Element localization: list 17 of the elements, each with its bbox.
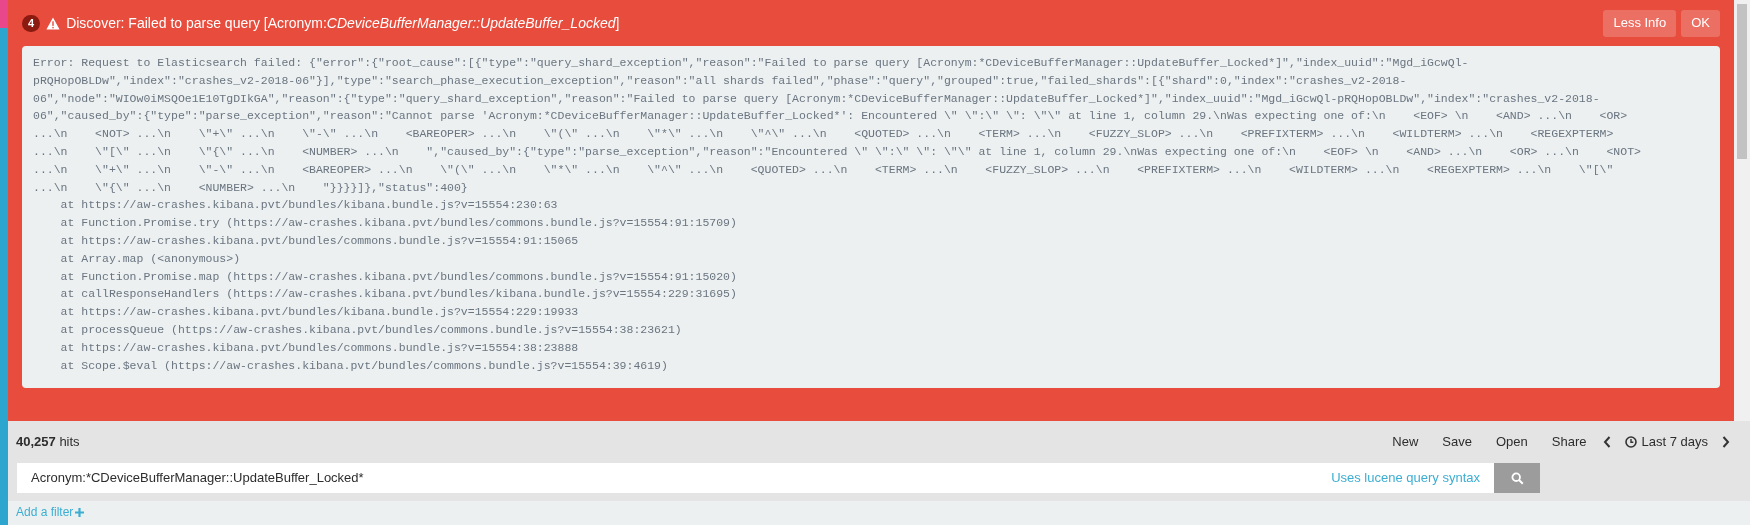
menu-link[interactable]: Open bbox=[1496, 432, 1528, 452]
clock-icon bbox=[1624, 436, 1637, 448]
chevron-left-icon[interactable] bbox=[1602, 436, 1611, 448]
menu-link[interactable]: Share bbox=[1551, 432, 1587, 452]
plus-icon bbox=[75, 507, 85, 517]
error-details: Error: Request to Elasticsearch failed: {"error":{"root_cause":[{"type":"query_shard_exception","reason":"Failed to parse query [Acronym:*CDeviceBufferManager::UpdateBuffer_Locked*]","index_uuid":"Mgd_iGcwQl- pRQHopOBLDw","index":"crashes_v2-2018-06"}],"type":"search_phase_execution_exception","reason":"all shards failed","phase":"query","grouped":true,"failed_shards":[{"shard":0,"index":"crashes_v2-2018- 06","node":"WIOw0iMSQOe1E10TgDIkGA","reason":{"type":"query_shard_exception","reason":"Failed to parse query [Acronym:*CDeviceBufferManager::UpdateBuffer_Locked*]","index_uuid":"Mgd_iGcwQl-pRQHopOBLDw","index":"crashes_v2-2018- 06","caused_by":{"type":"parse_exception","reason":"Cannot parse 'Acronym:*CDeviceBufferManager::UpdateBuffer_Locked*': Encountered \" \":\" \": \"\" at line 1, column 29.\nWas expecting one of:\n <EOF> \n <AND> ...\n <OR> ...\n <NOT> ...\n \"+\" ...\n \"-\" ...\n <BAREOPER> ...\n \"(\" ...\n \"*\" ...\n \"^\" ...\n <QUOTED> ...\n <TERM> ...\n <FUZZY_SLOP> ...\n <PREFIXTERM> ...\n <WILDTERM> ...\n <REGEXPTERM> ...\n \"[\" ...\n \"{\" ...\n <NUMBER> ...\n ","caused_by":{"type":"parse_exception","reason":"Encountered \" \":\" \": \"\" at line 1, column 29.\nWas expecting one of:\n <EOF> \n <AND> ...\n <OR> ...\n <NOT> ...\n \"+\" ...\n \"-\" ...\n <BAREOPER> ...\n \"(\" ...\n \"*\" ...\n \"^\" ...\n <QUOTED> ...\n <TERM> ...\n <FUZZY_SLOP> ...\n <PREFIXTERM> ...\n <WILDTERM> ...\n <REGEXPTERM> ...\n \"[\" ...\n \"{\" ...\n <NUMBER> ...\n "}}}}]},"status":400} at https://aw-crashes.kibana.pvt/bundles/kibana.bundle.js?v=15554:230:63 at Function.Promise.try (https://aw-crashes.kibana.pvt/bundles/commons.bundle.js?v=15554:91:15709) at https://aw-crashes.kibana.pvt/bundles/commons.bundle.js?v=15554:91:15065 at Array.map (<anonymous>) at Function.Promise.map (https://aw-crashes.kibana.pvt/bundles/commons.bundle.js?v=15554:91:15020) at callResponseHandlers (https://aw-crashes.kibana.pvt/bundles/kibana.bundle.js?v=15554:229:31695) at https://aw-crashes.kibana.pvt/bundles/kibana.bundle.js?v=15554:229:19933 at processQueue (https://aw-crashes.kibana.pvt/bundles/commons.bundle.js?v=15554:38:23621) at https://aw-crashes.kibana.pvt/bundles/commons.bundle.js?v=15554:38:23888 at Scope.$eval (https://aw-crashes.kibana.pvt/bundles/commons.bundle.js?v=15554:39:4619) bbox=[22, 46, 1720, 388]
hits-count: 40,257 hits bbox=[16, 433, 80, 452]
search-icon bbox=[1510, 471, 1524, 485]
menu-link[interactable]: Save bbox=[1442, 432, 1472, 452]
notification-count: 4 bbox=[22, 14, 41, 32]
query-field[interactable]: Acronym:*CDeviceBufferManager::UpdateBuffer_Locked* Uses lucene query syntax bbox=[17, 463, 1494, 493]
warning-icon bbox=[46, 16, 61, 30]
chevron-right-icon[interactable] bbox=[1722, 436, 1730, 448]
time-picker[interactable]: Last 7 days bbox=[1624, 432, 1708, 452]
scrollbar[interactable] bbox=[1734, 0, 1750, 421]
notification-title: Discover: Failed to parse query [Acronym:CDeviceBufferManager::UpdateBuffer_Locked] bbox=[66, 13, 620, 33]
menu-link[interactable]: New bbox=[1392, 432, 1419, 452]
